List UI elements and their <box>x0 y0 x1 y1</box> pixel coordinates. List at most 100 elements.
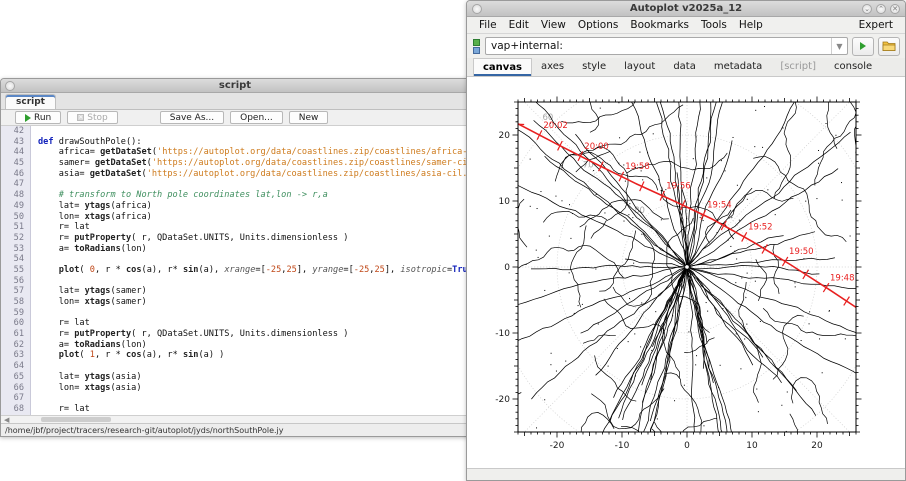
code-line[interactable]: 58 lon= xtags(samer) <box>1 297 469 308</box>
code-line[interactable]: 64 <box>1 361 469 372</box>
tab-metadata[interactable]: metadata <box>705 58 771 76</box>
code-text <box>31 308 469 319</box>
menu-view[interactable]: View <box>535 18 572 32</box>
line-number: 64 <box>1 361 31 372</box>
line-number: 66 <box>1 383 31 394</box>
close-icon[interactable]: ✕ <box>890 4 900 14</box>
tab-axes[interactable]: axes <box>532 58 573 76</box>
script-window-title: script <box>219 80 251 91</box>
new-button[interactable]: New <box>289 111 329 124</box>
stop-button[interactable]: ✕ Stop <box>67 111 117 124</box>
track-time-label: 20:00 <box>584 142 609 152</box>
code-text <box>31 254 469 265</box>
menu-options[interactable]: Options <box>572 18 625 32</box>
tab-script[interactable]: script <box>5 94 56 109</box>
window-menu-button[interactable] <box>5 81 15 91</box>
scrollbar-thumb[interactable] <box>41 417 111 422</box>
open-button[interactable]: Open... <box>230 111 283 124</box>
autoplot-window: Autoplot v2025a_12 ⌄ ⌃ ✕ FileEditViewOpt… <box>466 0 906 481</box>
code-text: r= lat <box>31 222 469 233</box>
tab-layout[interactable]: layout <box>615 58 664 76</box>
line-number: 68 <box>1 404 31 415</box>
code-line[interactable]: 57 lat= ytags(samer) <box>1 286 469 297</box>
code-line[interactable]: 48 # transform to North pole coordinates… <box>1 190 469 201</box>
code-line[interactable]: 46 asia= getDataSet('https://autoplot.or… <box>1 169 469 180</box>
save-as-button[interactable]: Save As... <box>160 111 224 124</box>
window-menu-button[interactable] <box>472 4 482 14</box>
maximize-icon[interactable]: ⌃ <box>876 4 886 14</box>
code-line[interactable]: 63 plot( 1, r * cos(a), r* sin(a) ) <box>1 350 469 361</box>
line-number: 61 <box>1 329 31 340</box>
horizontal-scrollbar[interactable]: ◀ <box>1 415 469 423</box>
code-text: a= toRadians(lon) <box>31 244 469 255</box>
track-time-label: 19:54 <box>707 201 732 211</box>
x-tick-label: 20 <box>811 441 823 451</box>
tab-style[interactable]: style <box>573 58 615 76</box>
code-line[interactable]: 45 samer= getDataSet('https://autoplot.o… <box>1 158 469 169</box>
autoplot-tab-bar: canvasaxesstylelayoutdatametadata[script… <box>467 58 905 77</box>
line-number: 58 <box>1 297 31 308</box>
tab-script[interactable]: [script] <box>771 58 825 76</box>
menu-bookmarks[interactable]: Bookmarks <box>624 18 695 32</box>
autoplot-titlebar[interactable]: Autoplot v2025a_12 ⌄ ⌃ ✕ <box>467 1 905 17</box>
go-button[interactable] <box>852 37 874 56</box>
code-editor[interactable]: 4243def drawSouthPole():44 africa= getDa… <box>1 126 469 415</box>
script-file-path: /home/jbf/project/tracers/research-git/a… <box>5 426 284 435</box>
code-line[interactable]: 62 a= toRadians(lon) <box>1 340 469 351</box>
uri-combobox[interactable]: vap+internal: ▼ <box>485 37 848 55</box>
code-line[interactable]: 66 lon= xtags(asia) <box>1 383 469 394</box>
code-line[interactable]: 61 r= putProperty( r, QDataSet.UNITS, Un… <box>1 329 469 340</box>
polar-coastline-plot: 80706020:0220:0019:5819:5619:5419:5219:5… <box>467 77 906 468</box>
tab-console[interactable]: console <box>825 58 881 76</box>
tab-canvas[interactable]: canvas <box>473 58 532 76</box>
line-number: 55 <box>1 265 31 276</box>
script-window-titlebar[interactable]: script <box>1 79 469 93</box>
line-number: 47 <box>1 179 31 190</box>
code-line[interactable]: 68 r= lat <box>1 404 469 415</box>
open-file-button[interactable] <box>878 37 900 56</box>
code-line[interactable]: 65 lat= ytags(asia) <box>1 372 469 383</box>
code-text <box>31 393 469 404</box>
code-line[interactable]: 67 <box>1 393 469 404</box>
code-line[interactable]: 47 <box>1 179 469 190</box>
track-time-label: 20:02 <box>543 121 568 131</box>
expert-menu[interactable]: Expert <box>853 18 899 32</box>
code-line[interactable]: 50 lon= xtags(africa) <box>1 212 469 223</box>
line-number: 48 <box>1 190 31 201</box>
code-line[interactable]: 53 a= toRadians(lon) <box>1 244 469 255</box>
code-line[interactable]: 51 r= lat <box>1 222 469 233</box>
line-number: 56 <box>1 276 31 287</box>
minimize-icon[interactable]: ⌄ <box>862 4 872 14</box>
line-number: 53 <box>1 244 31 255</box>
code-line[interactable]: 54 <box>1 254 469 265</box>
menu-tools[interactable]: Tools <box>695 18 733 32</box>
script-toolbar: Run ✕ Stop Save As... Open... New <box>1 110 469 126</box>
menu-edit[interactable]: Edit <box>503 18 535 32</box>
line-number: 43 <box>1 137 31 148</box>
code-line[interactable]: 56 <box>1 276 469 287</box>
y-tick-label: -20 <box>495 395 510 405</box>
code-line[interactable]: 44 africa= getDataSet('https://autoplot.… <box>1 147 469 158</box>
code-line[interactable]: 55 plot( 0, r * cos(a), r* sin(a), xrang… <box>1 265 469 276</box>
line-number: 60 <box>1 318 31 329</box>
code-text: plot( 1, r * cos(a), r* sin(a) ) <box>31 350 469 361</box>
menu-help[interactable]: Help <box>733 18 769 32</box>
line-number: 54 <box>1 254 31 265</box>
uri-type-icon <box>472 39 481 54</box>
code-line[interactable]: 42 <box>1 126 469 137</box>
menu-file[interactable]: File <box>473 18 503 32</box>
run-button[interactable]: Run <box>15 111 61 124</box>
chevron-down-icon[interactable]: ▼ <box>831 38 847 54</box>
code-text: a= toRadians(lon) <box>31 340 469 351</box>
code-text: lon= xtags(asia) <box>31 383 469 394</box>
scroll-left-arrow[interactable]: ◀ <box>1 416 9 424</box>
code-line[interactable]: 49 lat= ytags(africa) <box>1 201 469 212</box>
track-time-label: 19:48 <box>830 273 855 283</box>
code-line[interactable]: 60 r= lat <box>1 318 469 329</box>
plot-canvas[interactable]: 80706020:0220:0019:5819:5619:5419:5219:5… <box>467 77 905 468</box>
code-line[interactable]: 52 r= putProperty( r, QDataSet.UNITS, Un… <box>1 233 469 244</box>
tab-data[interactable]: data <box>664 58 705 76</box>
uri-value[interactable]: vap+internal: <box>486 40 831 52</box>
code-line[interactable]: 43def drawSouthPole(): <box>1 137 469 148</box>
code-line[interactable]: 59 <box>1 308 469 319</box>
